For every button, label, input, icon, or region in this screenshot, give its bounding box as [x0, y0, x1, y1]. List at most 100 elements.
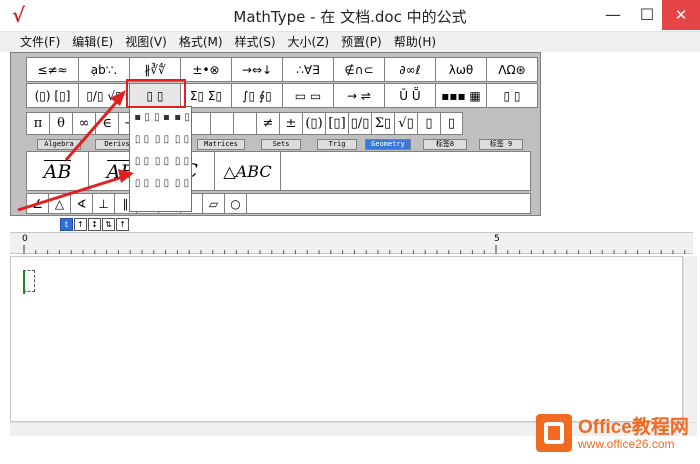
labeled-arrow-templates-button[interactable]: → ⇌ — [333, 83, 384, 108]
subscript-template-button[interactable]: ▯ — [440, 112, 463, 135]
equation-editor[interactable] — [10, 256, 683, 422]
misc-symbols-button[interactable]: ∂∞ℓ — [384, 57, 435, 82]
fence-templates-button[interactable]: (▯) [▯] — [26, 83, 78, 108]
title-bar: √ MathType - 在 文档.doc 中的公式 — ☐ ✕ — [0, 0, 700, 32]
superscript-template-button[interactable]: ▯ — [417, 112, 440, 135]
tab-geometry[interactable]: Geometry — [365, 139, 411, 150]
popup-template-item[interactable]: ▪ ▯ — [134, 111, 150, 125]
theta-symbol-button[interactable]: θ — [49, 112, 72, 135]
style-button[interactable]: ↕ — [88, 218, 101, 231]
tab-label-8[interactable]: 标签8 — [423, 139, 467, 150]
menu-preferences[interactable]: 预置(P) — [335, 32, 388, 52]
pi-symbol-button[interactable]: π — [26, 112, 49, 135]
menu-format[interactable]: 格式(M) — [173, 32, 229, 52]
style-button[interactable]: ↑ — [116, 218, 129, 231]
ruler-mark-0: 0 — [22, 234, 28, 244]
radical-template-button[interactable]: √▯ — [394, 112, 417, 135]
set-theory-button[interactable]: ∉∩⊂ — [333, 57, 384, 82]
menu-file[interactable]: 文件(F) — [14, 32, 66, 52]
menu-help[interactable]: 帮助(H) — [388, 32, 442, 52]
tab-label-9[interactable]: 标签 9 — [479, 139, 523, 150]
menu-bar: 文件(F) 编辑(E) 视图(V) 格式(M) 样式(S) 大小(Z) 预置(P… — [0, 32, 700, 52]
tab-matrices[interactable]: Matrices — [197, 139, 245, 150]
style-buttons-row: t ↑ ↕ ⇅ ↑ — [60, 218, 129, 231]
popup-template-item[interactable]: ▯ ▪ — [154, 111, 170, 125]
maximize-button[interactable]: ☐ — [630, 0, 664, 30]
fraction-template-button[interactable]: ▯/▯ — [348, 112, 371, 135]
tab-sets[interactable]: Sets — [261, 139, 301, 150]
blank-slot-button[interactable] — [210, 112, 233, 135]
fraction-radical-templates-button[interactable]: ▯/▯ √▯ — [78, 83, 129, 108]
window-title: MathType - 在 文档.doc 中的公式 — [233, 8, 467, 26]
office26-watermark: Office教程网 www.office26.com — [536, 412, 696, 456]
popup-template-item[interactable]: ▯ ▯ — [154, 155, 170, 169]
ruler-mark-5: 5 — [494, 234, 500, 244]
operator-symbols-button[interactable]: ±•⊗ — [180, 57, 231, 82]
popup-template-item[interactable]: ▯ ▯ — [154, 177, 170, 191]
popup-template-item[interactable]: ▯ ▯ — [134, 133, 150, 147]
popup-template-item[interactable]: ▯ ▯ — [134, 155, 150, 169]
subscript-template-dropdown: ▪ ▯ ▯ ▪ ▪ ▯ ▯ ▯ ▯ ▯ ▯ ▯ ▯ ▯ ▯ ▯ ▯ ▯ ▯ ▯ … — [129, 106, 192, 212]
matrix-templates-button[interactable]: ▪▪▪ ▦ — [435, 83, 486, 108]
parallelogram-symbol-button[interactable]: ▱ — [203, 194, 225, 213]
segment-ab-label: AB — [43, 159, 72, 183]
popup-template-item[interactable]: ▪ ▯ — [174, 111, 190, 125]
text-style-button[interactable]: t — [60, 218, 73, 231]
close-button[interactable]: ✕ — [662, 0, 700, 30]
tab-trig[interactable]: Trig — [317, 139, 357, 150]
popup-template-item[interactable]: ▯ ▯ — [174, 133, 190, 147]
circle-symbol-button[interactable]: ○ — [225, 194, 247, 213]
products-set-templates-button[interactable]: Ū Ṻ — [384, 83, 435, 108]
box-templates-button[interactable]: ▯ ▯ — [486, 83, 538, 108]
element-of-symbol-button[interactable]: ∈ — [95, 112, 118, 135]
measured-angle-symbol-button[interactable]: ∢ — [71, 194, 93, 213]
summation-templates-button[interactable]: Σ▯ Σ▯ — [180, 83, 231, 108]
brackets-template-button[interactable]: [▯] — [325, 112, 348, 135]
blank-slot-button[interactable] — [233, 112, 256, 135]
highlight-box — [126, 79, 186, 108]
relational-symbols-button[interactable]: ≤≠≈ — [26, 57, 78, 82]
arrow-symbols-button[interactable]: →⇔↓ — [231, 57, 282, 82]
perpendicular-symbol-button[interactable]: ⊥ — [93, 194, 115, 213]
minimize-button[interactable]: — — [596, 0, 630, 30]
ruler-ticks — [23, 245, 686, 254]
popup-template-item[interactable]: ▯ ▯ — [174, 155, 190, 169]
ruler[interactable]: 0 5 — [10, 232, 693, 254]
integral-templates-button[interactable]: ∫▯ ∮▯ — [231, 83, 282, 108]
overline-segment-template[interactable]: AB — [27, 152, 89, 190]
sum-template-button[interactable]: Σ▯ — [371, 112, 394, 135]
insertion-cursor — [23, 270, 25, 294]
template-palette-row: (▯) [▯] ▯/▯ √▯ ▯ ▯ Σ▯ Σ▯ ∫▯ ∮▯ ▭ ▭ → ⇌ Ū… — [26, 83, 538, 108]
popup-template-item[interactable]: ▯ ▯ — [134, 177, 150, 191]
watermark-name: Office教程网 — [578, 417, 689, 438]
logical-symbols-button[interactable]: ∴∀∃ — [282, 57, 333, 82]
symbol-palette-row: ≤≠≈ ạb∵. ∦∛∜ ±•⊗ →⇔↓ ∴∀∃ ∉∩⊂ ∂∞ℓ λωθ ΛΩ⊛ — [26, 57, 538, 82]
spaces-ellipses-button[interactable]: ạb∵. — [78, 57, 129, 82]
angle-symbol-button[interactable]: ∠ — [27, 194, 49, 213]
popup-template-item[interactable]: ▯ ▯ — [174, 177, 190, 191]
menu-view[interactable]: 视图(V) — [119, 32, 173, 52]
palette-tabs: Algebra Derivs Matrices Sets Trig Geomet… — [37, 139, 542, 151]
plus-minus-symbol-button[interactable]: ± — [279, 112, 302, 135]
tab-algebra[interactable]: Algebra — [37, 139, 81, 150]
template-shelf: AB AB BC △ABC — [26, 151, 531, 191]
menu-style[interactable]: 样式(S) — [229, 32, 282, 52]
vertical-scrollbar[interactable] — [683, 256, 697, 422]
popup-template-item[interactable]: ▯ ▯ — [154, 133, 170, 147]
not-equal-symbol-button[interactable]: ≠ — [256, 112, 279, 135]
infinity-symbol-button[interactable]: ∞ — [72, 112, 95, 135]
toolbar-palette: ≤≠≈ ạb∵. ∦∛∜ ±•⊗ →⇔↓ ∴∀∃ ∉∩⊂ ∂∞ℓ λωθ ΛΩ⊛… — [10, 52, 541, 216]
style-button[interactable]: ⇅ — [102, 218, 115, 231]
greek-lowercase-button[interactable]: λωθ — [435, 57, 486, 82]
triangle-symbol-button[interactable]: △ — [49, 194, 71, 213]
menu-edit[interactable]: 编辑(E) — [66, 32, 119, 52]
style-button[interactable]: ↑ — [74, 218, 87, 231]
geometry-symbols-row: ∠ △ ∢ ⊥ ∥ ▱ ○ — [26, 193, 531, 214]
underbar-overbar-templates-button[interactable]: ▭ ▭ — [282, 83, 333, 108]
greek-uppercase-button[interactable]: ΛΩ⊛ — [486, 57, 538, 82]
office-logo-icon — [536, 414, 572, 452]
triangle-abc-label: △ABC — [223, 161, 272, 181]
menu-size[interactable]: 大小(Z) — [282, 32, 336, 52]
triangle-template[interactable]: △ABC — [215, 152, 281, 190]
parentheses-template-button[interactable]: (▯) — [302, 112, 325, 135]
